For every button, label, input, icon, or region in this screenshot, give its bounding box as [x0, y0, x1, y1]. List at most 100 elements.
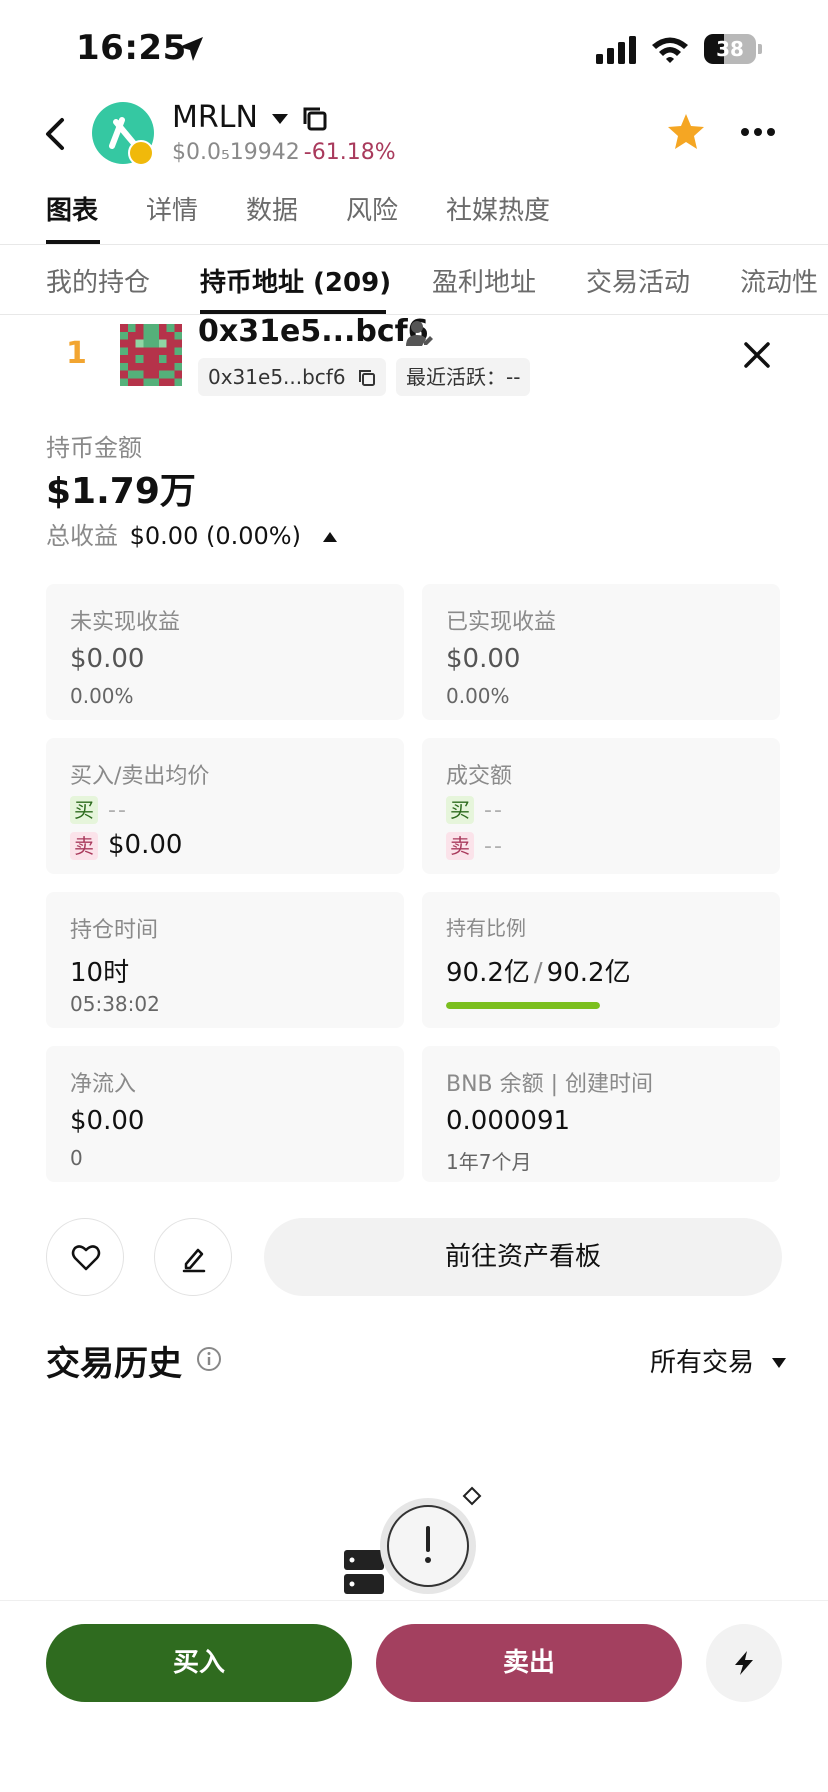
card-sub: 0 — [70, 1146, 83, 1170]
avg-price-card: 买入/卖出均价 买 -- 卖 $0.00 — [46, 738, 404, 874]
price-change: -61.18% — [303, 140, 396, 165]
volume-sell-line: 卖 -- — [446, 830, 504, 860]
card-value: 0.000091 — [446, 1106, 571, 1136]
caret-down-icon[interactable] — [272, 114, 288, 124]
tab-social[interactable]: 社媒热度 — [446, 190, 550, 227]
battery-level-text: 38 — [716, 37, 744, 61]
address-copy-chip[interactable]: 0x31e5...bcf6 — [198, 358, 386, 396]
volume-sell-value: -- — [484, 834, 504, 859]
total-profit-value: $0.00 (0.00%) — [129, 522, 301, 550]
holder-rank: 1 — [66, 336, 87, 371]
sub-tabs: 我的持仓 持币地址 (209) 盈利地址 交易活动 流动性 — [0, 258, 828, 314]
token-symbol[interactable]: MRLN — [172, 100, 258, 135]
total-profit-row[interactable]: 总收益 $0.00 (0.00%) — [46, 516, 337, 551]
unrealized-profit-card: 未实现收益 $0.00 0.00% — [46, 584, 404, 720]
hold-time-card: 持仓时间 10时 05:38:02 — [46, 892, 404, 1028]
tab-chart[interactable]: 图表 — [46, 190, 98, 227]
token-price: $0.0₅19942 — [172, 140, 300, 165]
card-sub: 05:38:02 — [70, 992, 160, 1016]
bnb-balance-card: BNB 余额 | 创建时间 0.000091 1年7个月 — [422, 1046, 780, 1182]
trade-filter-label: 所有交易 — [650, 1348, 755, 1378]
address-chip-text: 0x31e5...bcf6 — [208, 365, 346, 389]
close-icon[interactable] — [742, 340, 772, 370]
hold-ratio-card: 持有比例 90.2亿/90.2亿 — [422, 892, 780, 1028]
card-title: BNB 余额 | 创建时间 — [446, 1072, 654, 1097]
follow-button[interactable] — [46, 1218, 124, 1296]
buy-tag: 买 — [446, 796, 474, 824]
holder-address[interactable]: 0x31e5...bcf6 — [198, 314, 429, 349]
card-sub: 0.00% — [446, 684, 510, 708]
card-title: 未实现收益 — [70, 610, 181, 635]
card-sub: 1年7个月 — [446, 1150, 532, 1174]
tab-details[interactable]: 详情 — [146, 190, 198, 227]
card-title: 净流入 — [70, 1072, 137, 1097]
card-value: $0.00 — [446, 644, 521, 674]
go-to-dashboard-button[interactable]: 前往资产看板 — [264, 1218, 782, 1296]
subtab-trade-activity[interactable]: 交易活动 — [586, 262, 690, 299]
battery-indicator: 38 — [704, 34, 762, 64]
subtab-my-holdings[interactable]: 我的持仓 — [46, 262, 150, 299]
buy-tag: 买 — [70, 796, 98, 824]
divider — [0, 244, 828, 245]
avg-sell-value: $0.00 — [108, 830, 183, 860]
user-tag-icon[interactable] — [404, 318, 434, 348]
realized-profit-card: 已实现收益 $0.00 0.00% — [422, 584, 780, 720]
total-profit-label: 总收益 — [46, 522, 118, 550]
sell-button[interactable]: 卖出 — [376, 1624, 682, 1702]
buy-button[interactable]: 买入 — [46, 1624, 352, 1702]
edit-note-button[interactable] — [154, 1218, 232, 1296]
back-icon[interactable] — [42, 116, 70, 152]
net-inflow-card: 净流入 $0.00 0 — [46, 1046, 404, 1182]
hold-ratio-bar-fill — [446, 1002, 600, 1009]
wifi-icon — [652, 37, 688, 63]
hold-ratio-value: 90.2亿/90.2亿 — [446, 958, 631, 988]
quick-trade-button[interactable] — [706, 1624, 782, 1702]
triangle-up-icon — [322, 532, 337, 542]
favorite-star-icon[interactable] — [666, 112, 706, 152]
card-value: $0.00 — [70, 644, 145, 674]
last-active-chip: 最近活跃：-- — [396, 358, 531, 396]
total-supply: 90.2亿 — [546, 958, 631, 988]
status-time: 16:25 — [76, 28, 187, 68]
volume-buy-value: -- — [484, 798, 504, 823]
card-title: 持有比例 — [446, 916, 526, 940]
card-title: 成交额 — [446, 764, 513, 789]
tab-data[interactable]: 数据 — [246, 190, 298, 227]
avg-buy-line: 买 -- — [70, 794, 128, 824]
card-title: 持仓时间 — [70, 918, 159, 943]
last-active-text: 最近活跃：-- — [406, 365, 521, 389]
subtab-holders[interactable]: 持币地址 (209) — [200, 262, 391, 299]
avg-sell-line: 卖 $0.00 — [70, 830, 182, 860]
trade-history-title: 交易历史 — [46, 1344, 182, 1384]
holding-label: 持币金额 — [46, 434, 142, 462]
pencil-icon — [182, 1248, 206, 1273]
volume-buy-line: 买 -- — [446, 794, 504, 824]
cellular-signal-icon — [596, 36, 636, 64]
empty-state-illustration — [344, 1486, 482, 1594]
status-bar: 16:25 38 — [0, 0, 828, 96]
more-options-icon[interactable] — [740, 126, 776, 138]
holder-avatar — [120, 324, 182, 386]
card-title: 买入/卖出均价 — [70, 764, 210, 789]
location-arrow-icon — [179, 37, 203, 61]
card-sub: 0.00% — [70, 684, 134, 708]
sell-tag: 卖 — [446, 832, 474, 860]
card-title: 已实现收益 — [446, 610, 557, 635]
subtab-profitable-addresses[interactable]: 盈利地址 — [432, 262, 536, 299]
tab-risk[interactable]: 风险 — [346, 190, 398, 227]
card-value: 10时 — [70, 958, 130, 988]
trade-filter-dropdown[interactable]: 所有交易 — [650, 1342, 787, 1379]
caret-down-icon — [772, 1358, 787, 1368]
subtab-liquidity[interactable]: 流动性 — [740, 262, 818, 299]
sell-tag: 卖 — [70, 832, 98, 860]
bnb-chain-badge-icon — [128, 140, 154, 166]
copy-icon[interactable] — [302, 106, 328, 132]
holding-value: $1.79万 — [46, 471, 196, 512]
price-row: $0.0₅19942 -61.18% — [172, 140, 396, 165]
info-icon[interactable] — [196, 1346, 222, 1372]
held-amount: 90.2亿 — [446, 958, 530, 988]
heart-icon — [71, 1245, 101, 1271]
volume-card: 成交额 买 -- 卖 -- — [422, 738, 780, 874]
copy-icon[interactable] — [358, 369, 376, 387]
card-value: $0.00 — [70, 1106, 145, 1136]
